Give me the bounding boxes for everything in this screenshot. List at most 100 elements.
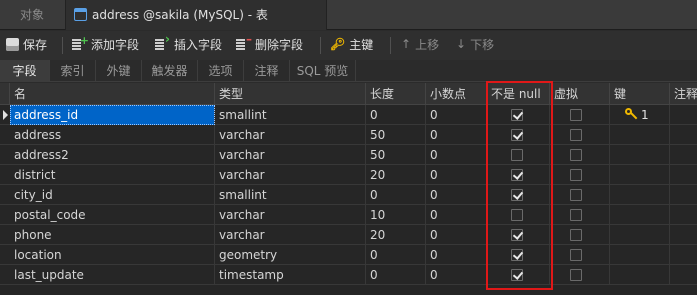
row-marker[interactable] [0,225,10,245]
field-length-cell[interactable]: 20 [366,225,426,245]
row-marker[interactable] [0,265,10,285]
comment-cell[interactable] [670,245,697,265]
field-length-cell[interactable]: 0 [366,265,426,285]
insert-field-button[interactable]: 插入字段 [155,25,222,60]
key-cell[interactable] [610,145,670,165]
field-decimals-cell[interactable]: 0 [426,185,487,205]
field-type-cell[interactable]: smallint [215,185,366,205]
not-null-checkbox[interactable] [511,149,523,161]
move-down-button[interactable]: ↓ 下移 [456,31,494,60]
field-length-cell[interactable]: 50 [366,145,426,165]
field-length-cell[interactable]: 20 [366,165,426,185]
virtual-checkbox[interactable] [570,149,582,161]
comment-cell[interactable] [670,185,697,205]
not-null-checkbox[interactable] [511,229,523,241]
tab-comment[interactable]: 注释 [244,60,290,82]
not-null-checkbox[interactable] [511,269,523,281]
field-length-cell[interactable]: 0 [366,185,426,205]
key-cell[interactable] [610,225,670,245]
field-length-cell[interactable]: 0 [366,105,426,125]
key-cell[interactable] [610,105,670,125]
field-name-cell[interactable]: address [10,125,215,145]
move-up-button[interactable]: ↑ 上移 [401,31,439,60]
not-null-checkbox[interactable] [511,109,523,121]
virtual-checkbox[interactable] [570,209,582,221]
delete-field-button[interactable]: 删除字段 [236,25,303,60]
field-name-cell[interactable]: postal_code [10,205,215,225]
key-cell[interactable] [610,165,670,185]
comment-cell[interactable] [670,205,697,225]
table-row[interactable]: postal_code varchar 10 0 [0,205,697,225]
not-null-checkbox[interactable] [511,249,523,261]
field-type-cell[interactable]: varchar [215,205,366,225]
header-not-null[interactable]: 不是 null [487,83,550,105]
tab-triggers[interactable]: 触发器 [142,60,198,82]
field-decimals-cell[interactable]: 0 [426,245,487,265]
virtual-checkbox[interactable] [570,229,582,241]
table-row[interactable]: last_update timestamp 0 0 [0,265,697,285]
key-cell[interactable] [610,245,670,265]
virtual-checkbox[interactable] [570,169,582,181]
field-decimals-cell[interactable]: 0 [426,125,487,145]
comment-cell[interactable] [670,165,697,185]
tab-sql-preview[interactable]: SQL 预览 [290,60,356,82]
not-null-checkbox[interactable] [511,129,523,141]
virtual-checkbox[interactable] [570,129,582,141]
key-cell[interactable] [610,125,670,145]
field-decimals-cell[interactable]: 0 [426,225,487,245]
field-name-cell[interactable]: phone [10,225,215,245]
tab-fields[interactable]: 字段 [0,60,50,82]
row-marker[interactable] [0,245,10,265]
row-marker[interactable] [0,165,10,185]
field-name-cell[interactable]: address_id [10,105,215,125]
field-decimals-cell[interactable]: 0 [426,165,487,185]
field-type-cell[interactable]: varchar [215,125,366,145]
field-name-cell[interactable]: city_id [10,185,215,205]
virtual-checkbox[interactable] [570,249,582,261]
not-null-checkbox[interactable] [511,169,523,181]
header-name[interactable]: 名 [10,83,215,105]
field-type-cell[interactable]: varchar [215,225,366,245]
header-comment[interactable]: 注释 [670,83,697,105]
row-marker[interactable] [0,185,10,205]
field-type-cell[interactable]: timestamp [215,265,366,285]
not-null-checkbox[interactable] [511,189,523,201]
table-row[interactable]: address_id smallint 0 0 1 [0,105,697,125]
field-name-cell[interactable]: address2 [10,145,215,165]
add-field-button[interactable]: 添加字段 [72,26,139,60]
tab-objects[interactable]: 对象 [0,0,64,30]
field-decimals-cell[interactable]: 0 [426,265,487,285]
header-decimals[interactable]: 小数点 [426,83,487,105]
key-cell[interactable] [610,205,670,225]
table-row[interactable]: location geometry 0 0 [0,245,697,265]
not-null-checkbox[interactable] [511,209,523,221]
table-row[interactable]: phone varchar 20 0 [0,225,697,245]
key-cell[interactable] [610,185,670,205]
field-type-cell[interactable]: varchar [215,165,366,185]
comment-cell[interactable] [670,265,697,285]
table-row[interactable]: district varchar 20 0 [0,165,697,185]
table-row[interactable]: address2 varchar 50 0 [0,145,697,165]
field-decimals-cell[interactable]: 0 [426,205,487,225]
field-length-cell[interactable]: 0 [366,245,426,265]
table-row[interactable]: address varchar 50 0 [0,125,697,145]
field-type-cell[interactable]: geometry [215,245,366,265]
comment-cell[interactable] [670,225,697,245]
table-row[interactable]: city_id smallint 0 0 [0,185,697,205]
comment-cell[interactable] [670,125,697,145]
field-decimals-cell[interactable]: 0 [426,145,487,165]
field-decimals-cell[interactable]: 0 [426,105,487,125]
field-type-cell[interactable]: smallint [215,105,366,125]
key-cell[interactable] [610,265,670,285]
comment-cell[interactable] [670,145,697,165]
row-marker[interactable] [0,145,10,165]
field-name-cell[interactable]: district [10,165,215,185]
header-key[interactable]: 键 [610,83,670,105]
virtual-checkbox[interactable] [570,189,582,201]
header-length[interactable]: 长度 [366,83,426,105]
save-button[interactable]: 保存 [6,31,47,60]
tab-foreign-keys[interactable]: 外键 [96,60,142,82]
tab-options[interactable]: 选项 [198,60,244,82]
field-length-cell[interactable]: 10 [366,205,426,225]
header-virtual[interactable]: 虚拟 [550,83,610,105]
